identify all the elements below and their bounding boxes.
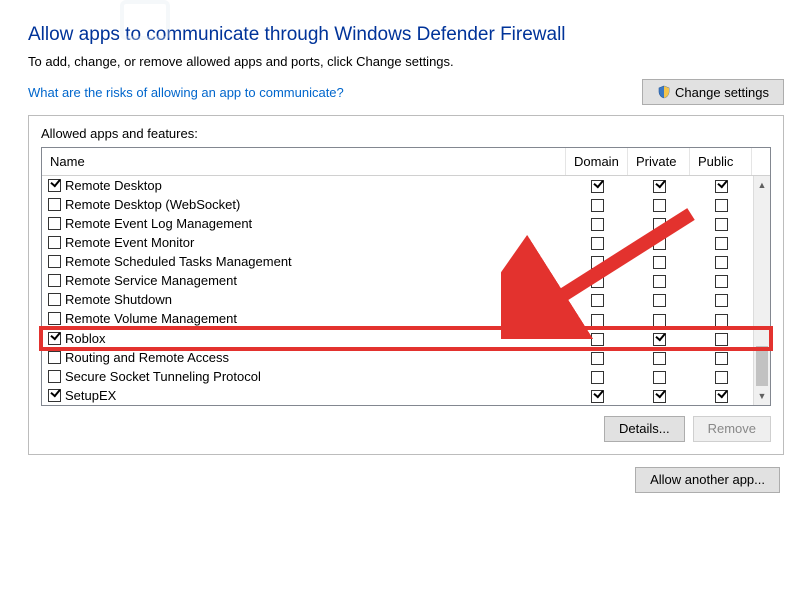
table-row[interactable]: Remote Service Management [42,271,770,290]
app-name: Remote Event Log Management [65,216,252,231]
public-checkbox[interactable] [715,180,728,193]
apps-table: Name Domain Private Public Remote Deskto… [41,147,771,406]
table-row[interactable]: Roblox [42,329,770,348]
public-checkbox[interactable] [715,237,728,250]
col-domain[interactable]: Domain [566,148,628,175]
enable-checkbox[interactable] [48,217,61,230]
scroll-thumb[interactable] [756,346,768,386]
shield-icon [657,85,671,99]
domain-checkbox[interactable] [591,256,604,269]
table-row[interactable]: Routing and Remote Access [42,348,770,367]
panel-label: Allowed apps and features: [41,126,771,141]
table-header: Name Domain Private Public [42,148,770,176]
app-name: Routing and Remote Access [65,350,229,365]
change-settings-label: Change settings [675,85,769,100]
private-checkbox[interactable] [653,218,666,231]
scroll-down-icon[interactable]: ▼ [754,388,770,405]
domain-checkbox[interactable] [591,352,604,365]
private-checkbox[interactable] [653,333,666,346]
enable-checkbox[interactable] [48,332,61,345]
public-checkbox[interactable] [715,218,728,231]
private-checkbox[interactable] [653,314,666,327]
domain-checkbox[interactable] [591,333,604,346]
private-checkbox[interactable] [653,237,666,250]
page-subtitle: To add, change, or remove allowed apps a… [28,54,784,69]
public-checkbox[interactable] [715,352,728,365]
page-title: Allow apps to communicate through Window… [28,24,784,46]
table-row[interactable]: Secure Socket Tunneling Protocol [42,367,770,386]
app-name: Remote Shutdown [65,292,172,307]
app-name: Remote Desktop [65,178,162,193]
table-row[interactable]: Remote Shutdown [42,290,770,309]
public-checkbox[interactable] [715,294,728,307]
enable-checkbox[interactable] [48,255,61,268]
table-row[interactable]: Remote Volume Management [42,309,770,328]
public-checkbox[interactable] [715,333,728,346]
domain-checkbox[interactable] [591,199,604,212]
change-settings-button[interactable]: Change settings [642,79,784,105]
domain-checkbox[interactable] [591,218,604,231]
private-checkbox[interactable] [653,275,666,288]
app-name: Roblox [65,331,105,346]
risks-link[interactable]: What are the risks of allowing an app to… [28,85,344,100]
enable-checkbox[interactable] [48,370,61,383]
details-button[interactable]: Details... [604,416,685,442]
domain-checkbox[interactable] [591,294,604,307]
private-checkbox[interactable] [653,199,666,212]
table-row[interactable]: Remote Desktop [42,176,770,195]
enable-checkbox[interactable] [48,293,61,306]
public-checkbox[interactable] [715,256,728,269]
private-checkbox[interactable] [653,371,666,384]
public-checkbox[interactable] [715,199,728,212]
col-scroll-gap [752,148,770,175]
col-private[interactable]: Private [628,148,690,175]
app-name: Secure Socket Tunneling Protocol [65,369,261,384]
enable-checkbox[interactable] [48,198,61,211]
private-checkbox[interactable] [653,352,666,365]
allow-another-app-button[interactable]: Allow another app... [635,467,780,493]
app-name: Remote Desktop (WebSocket) [65,197,240,212]
table-body: Remote Desktop Remote Desktop (WebSocket)… [42,176,770,405]
domain-checkbox[interactable] [591,371,604,384]
table-row[interactable]: Remote Event Monitor [42,233,770,252]
app-name: Remote Event Monitor [65,235,194,250]
private-checkbox[interactable] [653,294,666,307]
app-name: SetupEX [65,388,116,403]
public-checkbox[interactable] [715,314,728,327]
remove-button[interactable]: Remove [693,416,771,442]
allowed-apps-panel: Allowed apps and features: Name Domain P… [28,115,784,455]
enable-checkbox[interactable] [48,236,61,249]
enable-checkbox[interactable] [48,312,61,325]
enable-checkbox[interactable] [48,179,61,192]
private-checkbox[interactable] [653,256,666,269]
enable-checkbox[interactable] [48,351,61,364]
table-row[interactable]: SetupEX [42,386,770,405]
domain-checkbox[interactable] [591,390,604,403]
scroll-up-icon[interactable]: ▲ [754,176,770,193]
domain-checkbox[interactable] [591,180,604,193]
private-checkbox[interactable] [653,390,666,403]
app-name: Remote Service Management [65,273,237,288]
col-public[interactable]: Public [690,148,752,175]
public-checkbox[interactable] [715,275,728,288]
app-name: Remote Scheduled Tasks Management [65,254,292,269]
col-name[interactable]: Name [42,148,566,175]
private-checkbox[interactable] [653,180,666,193]
app-name: Remote Volume Management [65,311,237,326]
domain-checkbox[interactable] [591,314,604,327]
domain-checkbox[interactable] [591,237,604,250]
table-row[interactable]: Remote Scheduled Tasks Management [42,252,770,271]
scrollbar[interactable]: ▲ ▼ [753,176,770,405]
table-row[interactable]: Remote Desktop (WebSocket) [42,195,770,214]
table-row[interactable]: Remote Event Log Management [42,214,770,233]
enable-checkbox[interactable] [48,274,61,287]
domain-checkbox[interactable] [591,275,604,288]
public-checkbox[interactable] [715,390,728,403]
public-checkbox[interactable] [715,371,728,384]
enable-checkbox[interactable] [48,389,61,402]
